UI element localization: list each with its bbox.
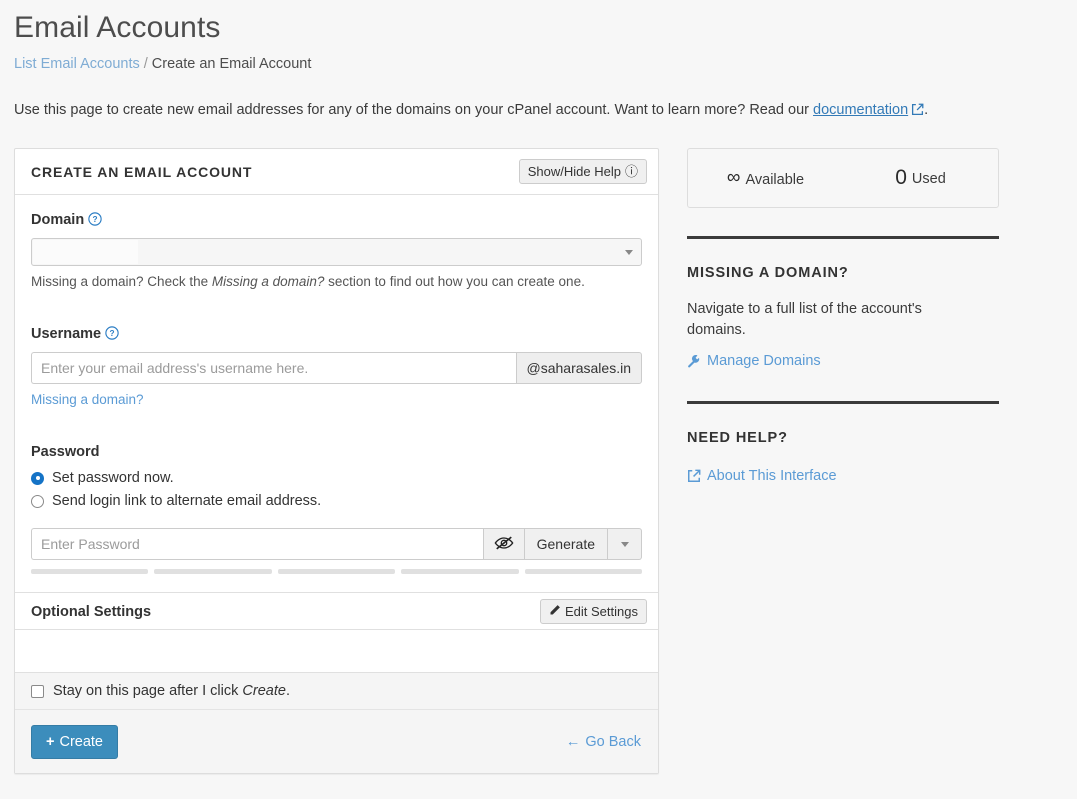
stay-on-page-text-before: Stay on this page after I click xyxy=(53,683,243,699)
password-input[interactable] xyxy=(31,528,483,560)
missing-a-domain-link[interactable]: Missing a domain? xyxy=(31,392,144,407)
username-label-row: Username? xyxy=(31,325,642,345)
optional-settings-title: Optional Settings xyxy=(31,604,152,620)
radio-send-login-link[interactable] xyxy=(31,494,44,508)
create-email-account-panel: CREATE AN EMAIL ACCOUNT Show/Hide Help ⓘ … xyxy=(14,148,659,774)
about-this-interface-link[interactable]: About This Interface xyxy=(687,468,837,484)
sidebar-divider-2 xyxy=(687,401,999,404)
password-option-set-now[interactable]: Set password now. xyxy=(31,468,642,488)
radio-set-password-now[interactable] xyxy=(31,471,44,485)
missing-domain-title: MISSING A DOMAIN? xyxy=(687,265,849,281)
strength-segment xyxy=(401,569,519,574)
domain-label-row: Domain? xyxy=(31,211,642,231)
question-circle-icon: ⓘ xyxy=(624,164,638,179)
password-label: Password xyxy=(31,444,100,460)
domain-select-loading-placeholder xyxy=(33,240,138,264)
breadcrumb-separator: / xyxy=(143,56,148,72)
arrow-left-icon: ← xyxy=(565,733,581,750)
need-help-title: NEED HELP? xyxy=(687,430,788,446)
domain-select[interactable] xyxy=(31,238,642,266)
breadcrumb: List Email Accounts / Create an Email Acco… xyxy=(14,55,311,73)
stat-used-caption: Used xyxy=(911,171,946,187)
breadcrumb-link-list-email-accounts[interactable]: List Email Accounts xyxy=(14,56,140,72)
toggle-password-visibility-button[interactable] xyxy=(482,528,525,560)
svg-text:?: ? xyxy=(93,214,98,224)
action-row: + Create ← Go Back xyxy=(15,710,658,773)
stay-on-page-checkbox[interactable] xyxy=(31,684,44,698)
panel-body: Domain? Missing a domain? Check the Miss… xyxy=(15,195,658,592)
password-option-send-link[interactable]: Send login link to alternate email addre… xyxy=(31,491,642,511)
stat-used-value: 0 xyxy=(895,166,907,189)
username-input-group: @saharasales.in xyxy=(31,352,642,384)
sidebar-divider xyxy=(687,236,999,239)
strength-segment xyxy=(31,569,149,574)
username-label: Username xyxy=(31,326,102,342)
domain-hint-before: Missing a domain? Check the xyxy=(31,274,212,289)
intro-text-after: . xyxy=(924,102,929,118)
optional-settings-header: Optional Settings Edit Settings xyxy=(15,592,658,630)
panel-title: CREATE AN EMAIL ACCOUNT xyxy=(31,164,253,180)
edit-settings-button[interactable]: Edit Settings xyxy=(540,599,647,624)
documentation-link[interactable]: documentation xyxy=(813,102,908,118)
show-hide-help-button[interactable]: Show/Hide Help ⓘ xyxy=(518,159,647,184)
strength-segment xyxy=(524,569,643,574)
domain-label: Domain xyxy=(31,212,85,228)
radio-set-password-now-label[interactable]: Set password now. xyxy=(52,470,174,486)
stat-available: ∞ Available xyxy=(688,167,843,189)
stay-on-page-text-italic: Create xyxy=(242,683,286,699)
stat-available-caption: Available xyxy=(745,172,805,188)
generate-password-button[interactable]: Generate xyxy=(524,528,608,560)
external-link-icon xyxy=(687,469,701,483)
domain-hint-italic: Missing a domain? xyxy=(211,274,325,289)
edit-settings-label: Edit Settings xyxy=(565,604,638,619)
chevron-down-icon xyxy=(625,250,633,255)
username-input[interactable] xyxy=(31,352,516,384)
about-this-interface-label: About This Interface xyxy=(707,468,837,484)
eye-slash-icon xyxy=(494,535,514,554)
email-accounts-page: Email Accounts List Email Accounts / Creat… xyxy=(0,0,1077,799)
pencil-icon xyxy=(549,604,561,619)
account-stats-box: ∞ Available 0 Used xyxy=(687,148,999,208)
strength-segment xyxy=(277,569,396,574)
show-hide-help-label: Show/Hide Help xyxy=(527,164,621,179)
create-button[interactable]: + Create xyxy=(31,724,118,759)
stay-on-page-label[interactable]: Stay on this page after I click Create. xyxy=(53,683,290,699)
missing-domain-text: Navigate to a full list of the account's… xyxy=(687,301,922,338)
stat-used: 0 Used xyxy=(843,166,998,190)
plus-icon: + xyxy=(46,733,55,750)
optional-settings-body xyxy=(15,630,658,672)
svg-text:?: ? xyxy=(110,328,115,338)
intro-text: Use this page to create new email addres… xyxy=(14,100,928,122)
stay-on-page-row[interactable]: Stay on this page after I click Create. xyxy=(15,673,658,710)
go-back-label: Go Back xyxy=(585,733,641,750)
external-link-icon xyxy=(911,102,924,122)
password-input-group: Generate xyxy=(31,528,642,560)
domain-hint: Missing a domain? Check the Missing a do… xyxy=(31,273,642,291)
domain-hint-after: section to find out how you can create o… xyxy=(324,274,585,289)
radio-send-login-link-label[interactable]: Send login link to alternate email addre… xyxy=(52,493,321,509)
strength-segment xyxy=(154,569,272,574)
intro-text-before: Use this page to create new email addres… xyxy=(14,102,814,118)
manage-domains-link[interactable]: Manage Domains xyxy=(687,353,821,369)
stat-available-value: ∞ xyxy=(726,167,741,188)
generate-password-label: Generate xyxy=(536,536,595,552)
manage-domains-label: Manage Domains xyxy=(707,353,821,369)
domain-help-icon[interactable]: ? xyxy=(88,212,102,231)
create-button-label: Create xyxy=(59,733,103,750)
panel-footer: Stay on this page after I click Create. … xyxy=(15,672,658,773)
panel-header: CREATE AN EMAIL ACCOUNT Show/Hide Help ⓘ xyxy=(15,149,658,195)
sidebar: ∞ Available 0 Used MISSING A DOMAIN? Navig… xyxy=(687,148,999,488)
page-title: Email Accounts xyxy=(14,11,221,44)
stay-on-page-text-after: . xyxy=(285,683,290,699)
go-back-link[interactable]: ← Go Back xyxy=(566,734,641,750)
generate-password-options-button[interactable] xyxy=(608,528,642,560)
username-domain-addon: @saharasales.in xyxy=(515,352,642,384)
chevron-down-icon xyxy=(620,541,629,547)
password-strength-meter xyxy=(31,569,643,592)
username-help-icon[interactable]: ? xyxy=(105,326,119,345)
wrench-icon xyxy=(687,354,701,368)
breadcrumb-current: Create an Email Account xyxy=(151,56,312,72)
